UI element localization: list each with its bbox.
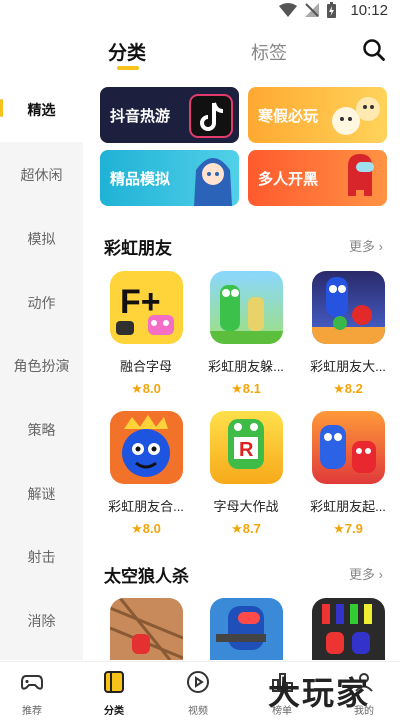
- game-name: 融合字母: [119, 359, 172, 374]
- game-card[interactable]: [304, 598, 392, 660]
- nav-category[interactable]: 分类: [84, 670, 144, 717]
- game-rating: ★8.0: [131, 381, 161, 396]
- nav-recommend[interactable]: 推荐: [2, 670, 62, 717]
- banner-simulation[interactable]: 精品模拟: [100, 150, 239, 206]
- game-card[interactable]: 彩虹朋友躲... ★8.1: [202, 271, 290, 397]
- banner-label: 多人开黑: [258, 171, 319, 188]
- game-card[interactable]: [102, 598, 190, 660]
- clock-time: 10:12: [350, 1, 388, 19]
- svg-text:R: R: [239, 439, 254, 461]
- watermark-logo: 大玩家: [268, 674, 371, 712]
- game-name: 彩虹朋友起...: [310, 499, 386, 514]
- game-rating: ★7.9: [333, 521, 363, 536]
- game-rating: ★8.1: [231, 381, 261, 396]
- game-rating: ★8.0: [131, 521, 161, 536]
- star-icon: ★: [131, 521, 143, 536]
- sidebar-item-strategy[interactable]: 策略: [0, 420, 83, 440]
- game-icon: [311, 271, 385, 344]
- nav-label: 视频: [188, 706, 208, 717]
- tab-category[interactable]: 分类: [108, 38, 146, 65]
- no-signal-icon: [305, 3, 320, 17]
- sidebar-item-roleplay[interactable]: 角色扮演: [0, 356, 83, 376]
- search-icon[interactable]: [362, 38, 386, 62]
- game-name: 字母大作战: [213, 499, 279, 514]
- gamepad-icon: [21, 675, 43, 690]
- star-icon: ★: [131, 381, 143, 396]
- game-icon: [209, 598, 283, 660]
- nav-label: 分类: [104, 706, 124, 717]
- section-title-space-werewolf: 太空狼人杀: [104, 567, 189, 586]
- game-name: 彩虹朋友大...: [310, 359, 386, 374]
- play-icon: [187, 671, 209, 693]
- wifi-icon: [279, 3, 298, 17]
- section-title-rainbow-friends: 彩虹朋友: [104, 239, 172, 258]
- game-card[interactable]: F+ 融合字母 ★8.0: [102, 271, 190, 397]
- sidebar-item-match[interactable]: 消除: [0, 611, 83, 631]
- sidebar-item-featured[interactable]: 精选: [0, 100, 83, 120]
- game-icon: [311, 411, 385, 484]
- tab-active-indicator: [117, 66, 139, 70]
- banner-label: 抖音热游: [110, 108, 171, 125]
- game-card[interactable]: R 字母大作战 ★8.7: [202, 411, 290, 537]
- star-icon: ★: [231, 381, 243, 396]
- game-card[interactable]: 彩虹朋友合... ★8.0: [102, 411, 190, 537]
- banner-multiplayer[interactable]: 多人开黑: [248, 150, 387, 206]
- cartoon-characters-icon: [332, 97, 380, 135]
- game-icon: [311, 598, 385, 660]
- game-name: 彩虹朋友躲...: [208, 359, 284, 374]
- anime-girl-icon: [194, 158, 232, 206]
- sidebar-item-simulation[interactable]: 模拟: [0, 229, 83, 249]
- battery-icon: [327, 2, 337, 18]
- top-header: 分类 标签: [0, 28, 400, 78]
- category-sidebar: 精选 超休闲 模拟 动作 角色扮演 策略 解谜 射击 消除: [0, 80, 83, 660]
- more-label: 更多: [349, 239, 376, 254]
- status-bar: 10:12: [0, 0, 400, 24]
- game-icon: F+: [109, 271, 183, 344]
- chevron-right-icon: ›: [378, 567, 383, 582]
- tiktok-logo-icon: [189, 94, 233, 138]
- game-rating: ★8.2: [333, 381, 363, 396]
- sidebar-item-casual[interactable]: 超休闲: [0, 165, 83, 185]
- game-icon: [209, 271, 283, 344]
- game-icon: [109, 598, 183, 660]
- chevron-right-icon: ›: [378, 239, 383, 254]
- more-link-space-werewolf[interactable]: 更多 ›: [349, 564, 383, 583]
- category-icon: [104, 671, 124, 693]
- star-icon: ★: [231, 521, 243, 536]
- sidebar-item-shooting[interactable]: 射击: [0, 547, 83, 567]
- game-icon: [109, 411, 183, 484]
- game-rating: ★8.7: [231, 521, 261, 536]
- banner-label: 精品模拟: [110, 171, 171, 188]
- game-card[interactable]: [202, 598, 290, 660]
- game-card[interactable]: 彩虹朋友大... ★8.2: [304, 271, 392, 397]
- game-icon: R: [209, 411, 283, 484]
- banner-douyin-hot[interactable]: 抖音热游: [100, 87, 239, 143]
- nav-label: 推荐: [22, 706, 42, 717]
- more-link-rainbow-friends[interactable]: 更多 ›: [349, 236, 383, 255]
- game-card[interactable]: 彩虹朋友起... ★7.9: [304, 411, 392, 537]
- banner-label: 寒假必玩: [258, 108, 319, 125]
- banner-winter-must-play[interactable]: 寒假必玩: [248, 87, 387, 143]
- nav-video[interactable]: 视频: [168, 670, 228, 717]
- star-icon: ★: [333, 381, 345, 396]
- among-us-crewmate-icon: [348, 154, 374, 196]
- game-name: 彩虹朋友合...: [108, 499, 184, 514]
- tab-tags[interactable]: 标签: [251, 39, 287, 65]
- sidebar-item-action[interactable]: 动作: [0, 293, 83, 313]
- star-icon: ★: [333, 521, 345, 536]
- sidebar-item-puzzle[interactable]: 解谜: [0, 484, 83, 504]
- more-label: 更多: [349, 567, 376, 582]
